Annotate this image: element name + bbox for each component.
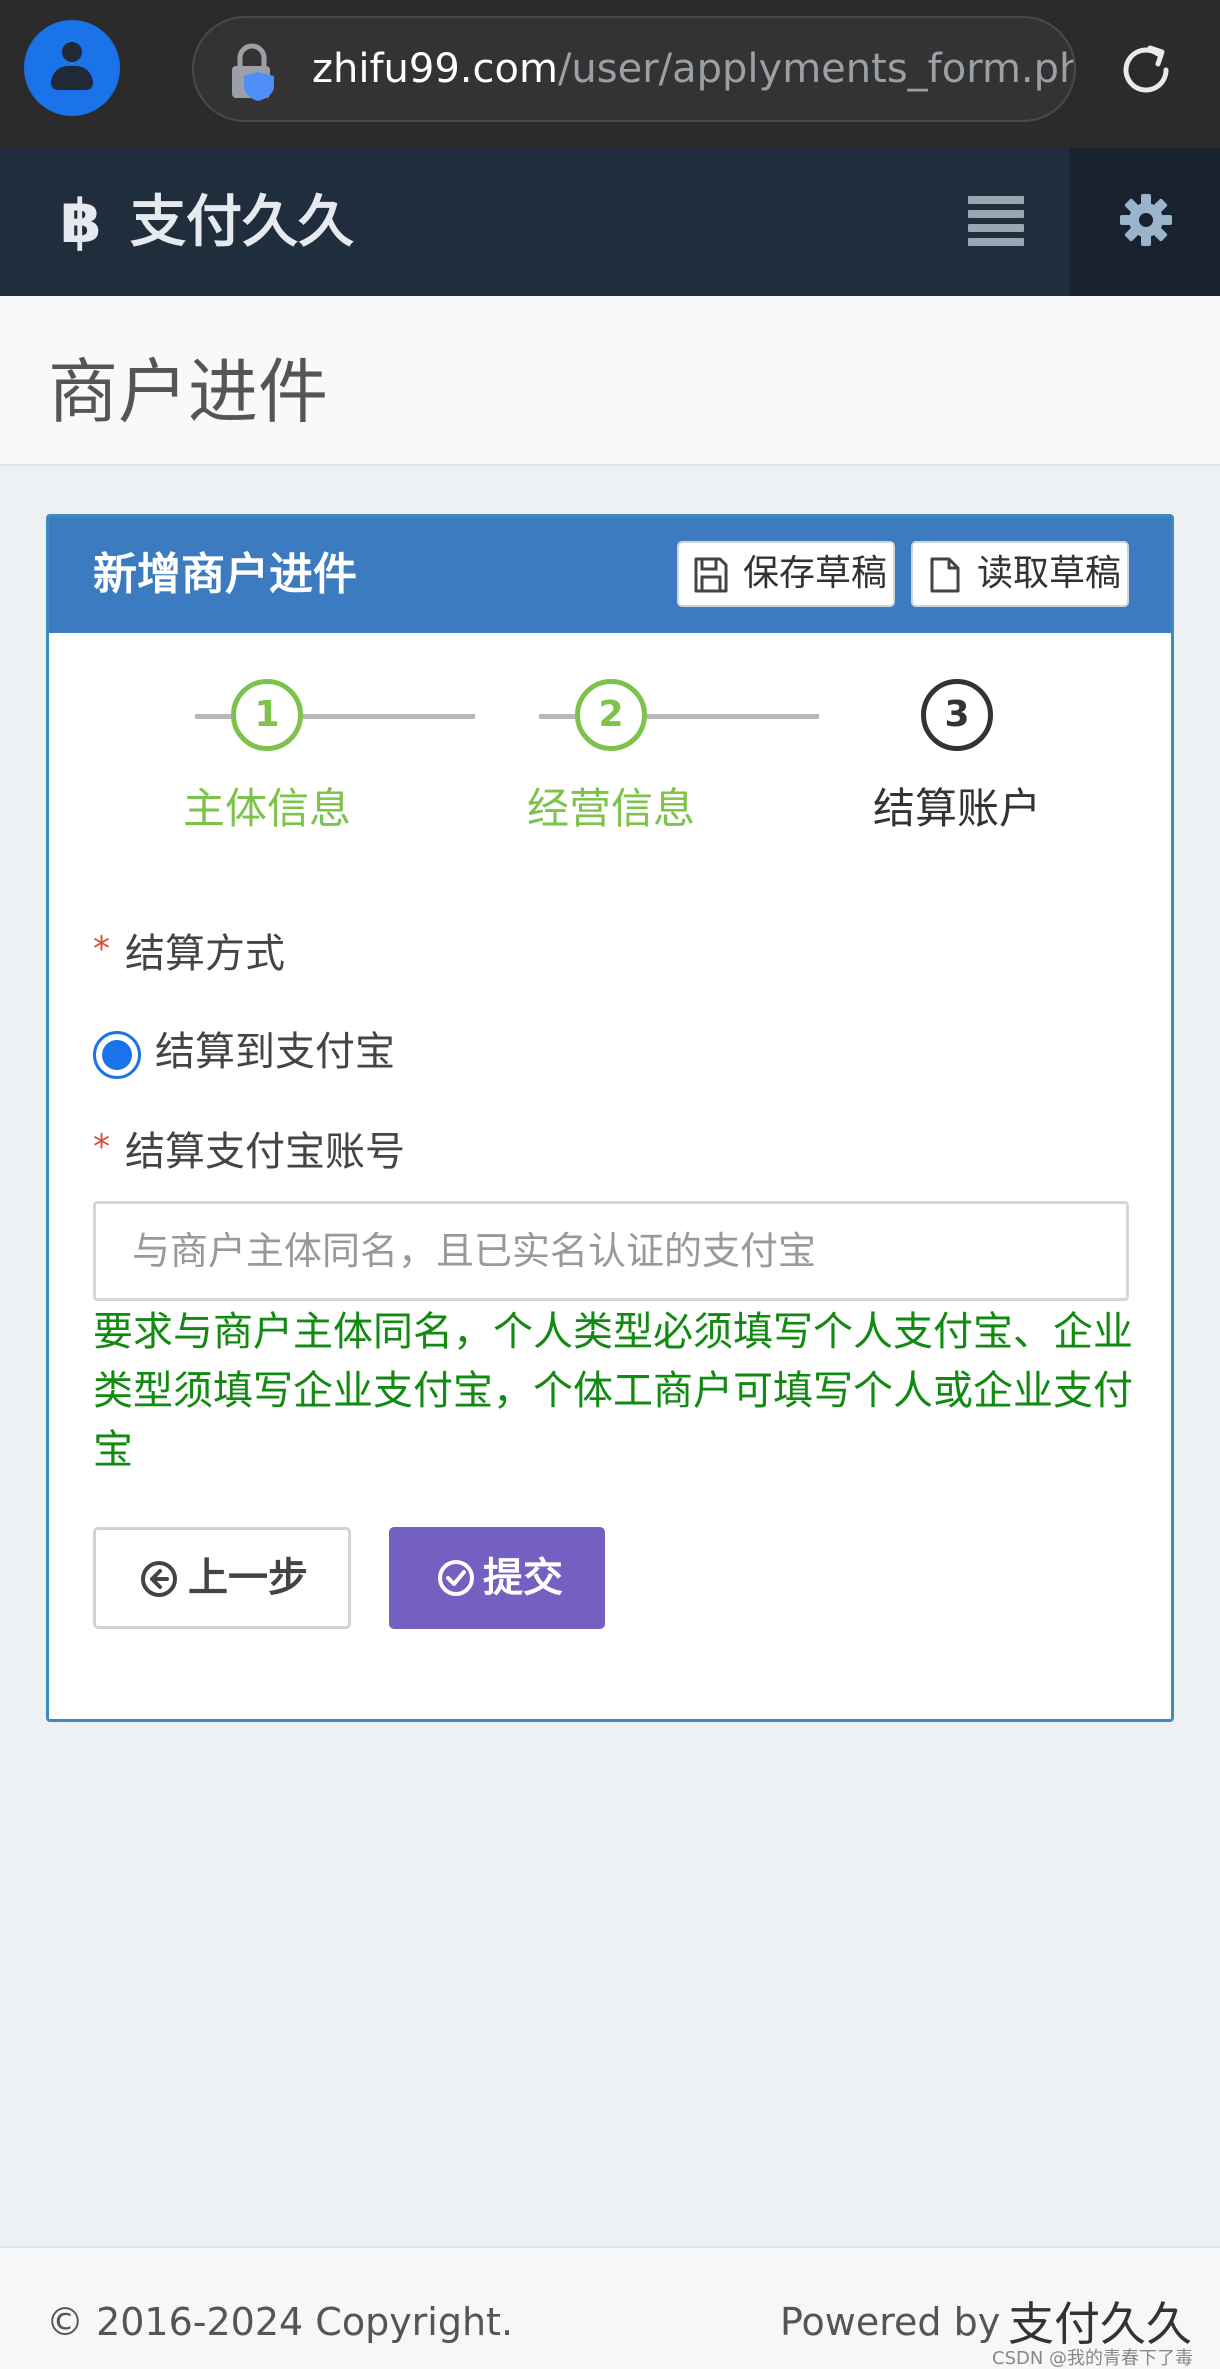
settle-method-label: 结算方式 <box>125 931 285 977</box>
settings-button[interactable] <box>1070 148 1220 296</box>
hamburger-menu-icon[interactable] <box>968 196 1024 248</box>
user-avatar-icon[interactable] <box>24 20 120 116</box>
step-1-circle[interactable]: 1 <box>231 679 303 751</box>
step-2-label: 经营信息 <box>526 784 695 833</box>
required-mark: * <box>93 929 110 969</box>
url-domain: zhifu99.com <box>312 46 558 92</box>
settle-alipay-radio[interactable] <box>93 1031 141 1079</box>
alipay-account-help: 要求与商户主体同名，个人类型必须填写个人支付宝、企业类型须填写企业支付宝，个体工… <box>93 1309 1133 1473</box>
prev-step-button[interactable]: 上一步 <box>93 1527 351 1629</box>
brand-name[interactable]: 支付久久 <box>130 178 354 268</box>
alipay-account-label: 结算支付宝账号 <box>125 1129 405 1175</box>
file-icon <box>930 557 960 593</box>
powered-by-text: Powered by <box>780 2300 1001 2344</box>
arrow-circle-left-icon <box>141 1561 177 1597</box>
load-draft-label: 读取草稿 <box>976 553 1121 594</box>
address-bar[interactable]: zhifu99.com/user/applyments_form.php <box>192 16 1076 122</box>
settle-alipay-label[interactable]: 结算到支付宝 <box>155 1019 395 1077</box>
reload-icon[interactable] <box>1116 40 1176 100</box>
watermark: CSDN @我的青春下了毒 <box>992 2348 1194 2369</box>
page: zhifu99.com/user/applyments_form.php ฿ 支… <box>0 0 1220 2369</box>
footer: © 2016-2024 Copyright. Powered by 支付久久 C… <box>0 2246 1220 2369</box>
copyright-text: © 2016-2024 Copyright. <box>46 2300 514 2344</box>
applyment-panel: 新增商户进件 保存草稿 读取草稿 1 2 3 主体信息 经营信息 结算账户 * … <box>46 514 1174 1722</box>
lock-shield-icon[interactable] <box>226 42 282 102</box>
save-draft-label: 保存草稿 <box>742 553 887 594</box>
save-draft-button[interactable]: 保存草稿 <box>677 541 895 607</box>
bitcoin-icon: ฿ <box>60 187 102 257</box>
panel-header: 新增商户进件 保存草稿 读取草稿 <box>49 517 1171 633</box>
page-title: 商户进件 <box>48 351 328 433</box>
url-text: zhifu99.com/user/applyments_form.php <box>312 18 1076 120</box>
floppy-disk-icon <box>694 557 728 593</box>
panel-title: 新增商户进件 <box>93 549 357 600</box>
alipay-account-input[interactable] <box>93 1201 1129 1301</box>
submit-button[interactable]: 提交 <box>389 1527 605 1629</box>
browser-toolbar: zhifu99.com/user/applyments_form.php <box>0 0 1220 148</box>
step-3-circle[interactable]: 3 <box>921 679 993 751</box>
check-circle-icon <box>438 1560 474 1596</box>
prev-step-label: 上一步 <box>188 1556 308 1600</box>
gear-icon <box>1120 194 1172 246</box>
step-3-label: 结算账户 <box>872 784 1041 833</box>
load-draft-button[interactable]: 读取草稿 <box>911 541 1129 607</box>
step-1-label: 主体信息 <box>182 784 351 833</box>
step-2-circle[interactable]: 2 <box>575 679 647 751</box>
page-title-bar: 商户进件 <box>0 296 1220 466</box>
app-header: ฿ 支付久久 <box>0 148 1220 296</box>
required-mark: * <box>93 1127 110 1167</box>
url-path: /user/applyments_form.php <box>557 46 1076 92</box>
submit-label: 提交 <box>483 1556 563 1600</box>
